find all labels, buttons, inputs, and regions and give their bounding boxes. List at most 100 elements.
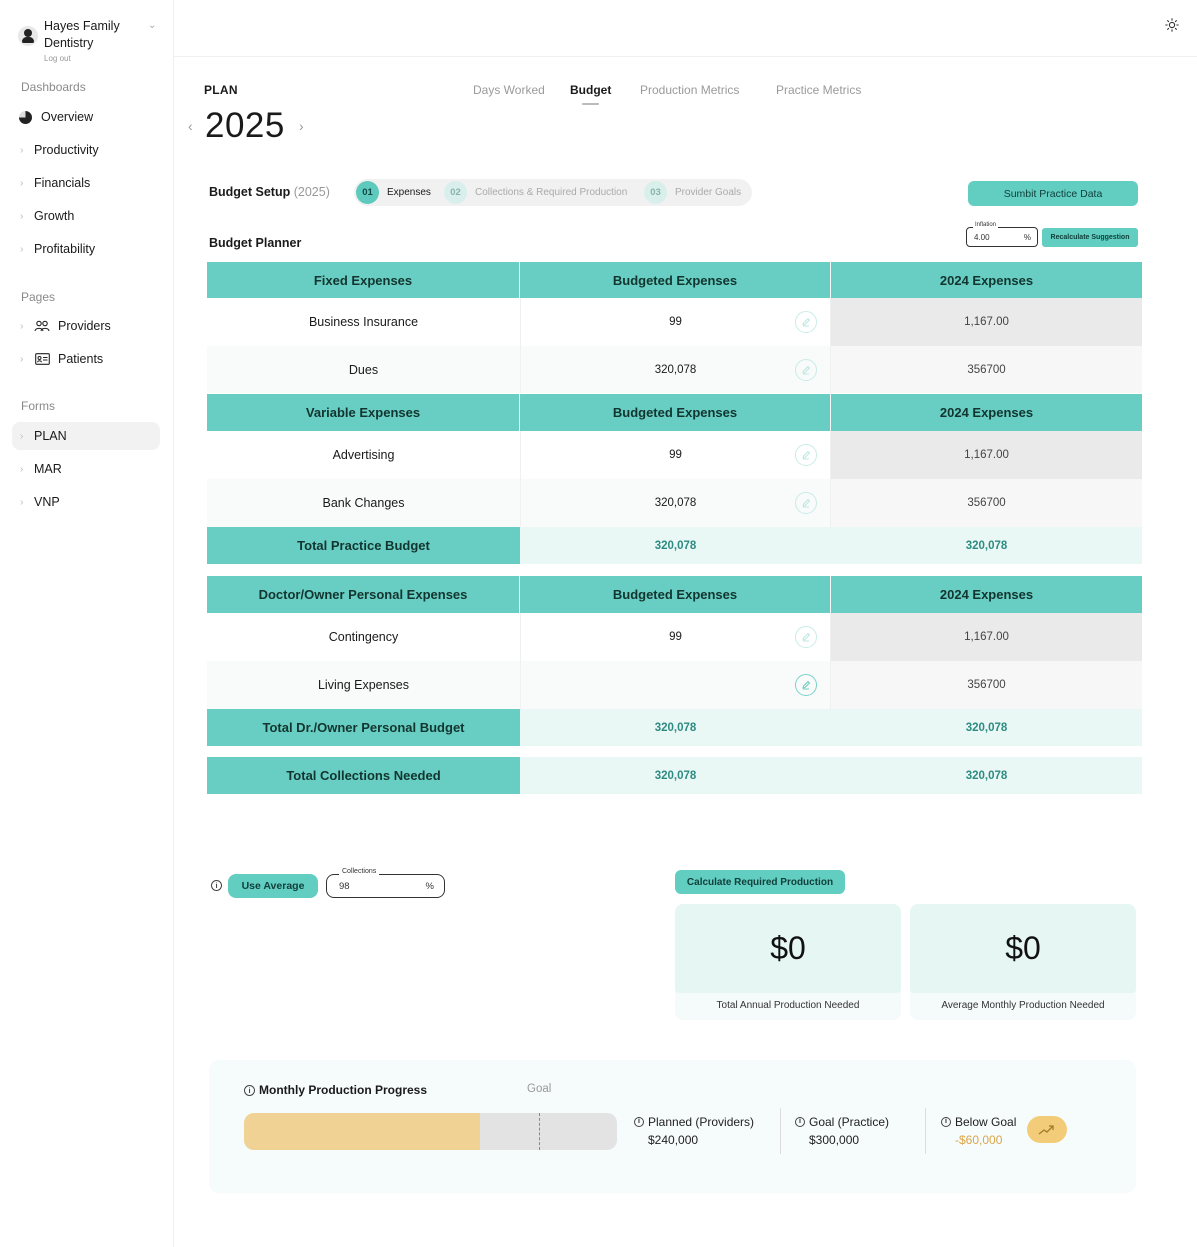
use-average-button[interactable]: Use Average [228, 874, 318, 898]
step-2-label[interactable]: Collections & Required Production [475, 187, 627, 198]
trend-up-button[interactable] [1027, 1116, 1067, 1143]
recalculate-suggestion-button[interactable]: Recalculate Suggestion [1042, 228, 1138, 247]
sidebar-item-label: VNP [34, 495, 60, 509]
chevron-down-icon[interactable]: ⌄ [148, 20, 156, 31]
expense-name: Living Expenses [207, 661, 520, 709]
table-row: Dues 320,078 356700 [207, 346, 1142, 393]
sidebar-item-growth[interactable]: › Growth [12, 202, 160, 230]
tab-days-worked[interactable]: Days Worked [473, 83, 545, 97]
sidebar-item-patients[interactable]: › Patients [12, 345, 160, 373]
budget-value-cell[interactable]: 320,078 [520, 346, 831, 393]
progress-title: i Monthly Production Progress [244, 1083, 427, 1097]
submit-practice-data-button[interactable]: Sumbit Practice Data [968, 181, 1138, 206]
budget-value: 99 [669, 631, 682, 643]
budget-value: 99 [669, 449, 682, 461]
sidebar-item-label: PLAN [34, 429, 67, 443]
budget-value-cell[interactable]: 99 [520, 613, 831, 661]
sidebar-item-overview[interactable]: Overview [12, 103, 160, 131]
trend-up-icon [1038, 1124, 1054, 1135]
budget-value-cell[interactable] [520, 661, 831, 709]
annual-production-card: $0 Total Annual Production Needed [675, 904, 901, 1020]
below-goal-stat: i Below Goal -$60,000 [941, 1115, 1016, 1147]
step-3-badge[interactable]: 03 [644, 181, 667, 204]
budget-setup-year: (2025) [293, 185, 330, 199]
total-label: Total Practice Budget [207, 527, 520, 564]
table-header-fixed: Fixed Expenses Budgeted Expenses 2024 Ex… [207, 262, 1142, 298]
chevron-right-icon: › [20, 210, 24, 222]
sidebar-item-productivity[interactable]: › Productivity [12, 136, 160, 164]
column-header: 2024 Expenses [831, 576, 1142, 613]
setup-stepper: 01 Expenses 02 Collections & Required Pr… [354, 179, 752, 206]
sidebar-item-plan[interactable]: › PLAN [12, 422, 160, 450]
stat-label: Below Goal [955, 1115, 1017, 1129]
sidebar-item-profitability[interactable]: › Profitability [12, 235, 160, 263]
tab-production-metrics[interactable]: Production Metrics [640, 83, 739, 97]
chevron-right-icon: › [20, 496, 24, 508]
next-year-icon[interactable]: › [299, 118, 304, 134]
monthly-production-label: Average Monthly Production Needed [941, 1000, 1105, 1011]
table-row: Bank Changes 320,078 356700 [207, 479, 1142, 527]
info-icon[interactable]: i [211, 880, 222, 891]
pages-section-title: Pages [21, 290, 56, 304]
info-icon[interactable]: i [244, 1084, 255, 1096]
edit-pencil-icon[interactable] [795, 492, 817, 514]
budget-value-cell[interactable]: 99 [520, 431, 831, 479]
budget-value: 320,078 [654, 497, 697, 509]
tab-practice-metrics[interactable]: Practice Metrics [776, 83, 861, 97]
budget-value-cell[interactable]: 99 [520, 298, 831, 346]
annual-production-value: $0 [675, 904, 901, 993]
page-section-label: PLAN [204, 83, 238, 97]
pie-chart-icon [19, 110, 32, 124]
step-3-label[interactable]: Provider Goals [675, 187, 741, 198]
theme-toggle-sun-icon[interactable] [1165, 18, 1179, 32]
step-2-badge[interactable]: 02 [444, 181, 467, 204]
logout-link[interactable]: Log out [44, 54, 71, 63]
total-collections-needed-row: Total Collections Needed 320,078 320,078 [207, 757, 1142, 794]
page-title-year: 2025 [205, 106, 285, 145]
info-icon[interactable]: i [634, 1117, 644, 1127]
column-header: Variable Expenses [207, 394, 520, 431]
previous-year-icon[interactable]: ‹ [188, 118, 193, 134]
sidebar-item-label: MAR [34, 462, 62, 476]
collections-unit: % [425, 881, 434, 892]
edit-pencil-icon[interactable] [795, 311, 817, 333]
sidebar-item-mar[interactable]: › MAR [12, 455, 160, 483]
sidebar-item-financials[interactable]: › Financials [12, 169, 160, 197]
step-1-label[interactable]: Expenses [387, 187, 431, 198]
table-row: Living Expenses 356700 [207, 661, 1142, 709]
sidebar-item-label: Profitability [34, 242, 96, 256]
budget-value-cell[interactable]: 320,078 [520, 479, 831, 527]
sidebar-item-label: Productivity [34, 143, 99, 157]
column-header: 2024 Expenses [831, 262, 1142, 298]
info-icon[interactable]: i [795, 1117, 805, 1127]
calculate-required-production-button[interactable]: Calculate Required Production [675, 870, 845, 894]
collections-value: 98 [339, 881, 350, 892]
table-row: Advertising 99 1,167.00 [207, 431, 1142, 479]
collections-input[interactable]: Collections 98 % [326, 868, 445, 898]
column-header: Budgeted Expenses [520, 576, 831, 613]
info-icon[interactable]: i [941, 1117, 951, 1127]
chevron-right-icon: › [20, 430, 24, 442]
inflation-input[interactable]: Inflation 4.00 % [966, 222, 1038, 247]
org-name: Hayes Family Dentistry [44, 19, 120, 50]
id-card-icon [34, 352, 50, 366]
edit-pencil-icon[interactable] [795, 444, 817, 466]
sidebar-item-label: Financials [34, 176, 91, 190]
edit-pencil-icon[interactable] [795, 674, 817, 696]
expense-name: Bank Changes [207, 479, 520, 527]
collections-label: Collections [339, 868, 380, 875]
goal-marker-label: Goal [527, 1083, 552, 1095]
tab-budget[interactable]: Budget [570, 83, 611, 105]
table-row: Business Insurance 99 1,167.00 [207, 298, 1142, 346]
sidebar-item-providers[interactable]: › Providers [12, 312, 160, 340]
edit-pencil-icon[interactable] [795, 358, 817, 381]
prior-value: 1,167.00 [831, 613, 1142, 661]
chevron-right-icon: › [20, 353, 24, 365]
sidebar-item-label: Overview [41, 110, 94, 124]
progress-bar [244, 1113, 617, 1150]
edit-pencil-icon[interactable] [795, 626, 817, 648]
sidebar-item-vnp[interactable]: › VNP [12, 488, 160, 516]
budget-setup-label: Budget Setup [209, 185, 291, 199]
prior-value: 356700 [831, 346, 1142, 393]
step-1-badge[interactable]: 01 [356, 181, 379, 204]
